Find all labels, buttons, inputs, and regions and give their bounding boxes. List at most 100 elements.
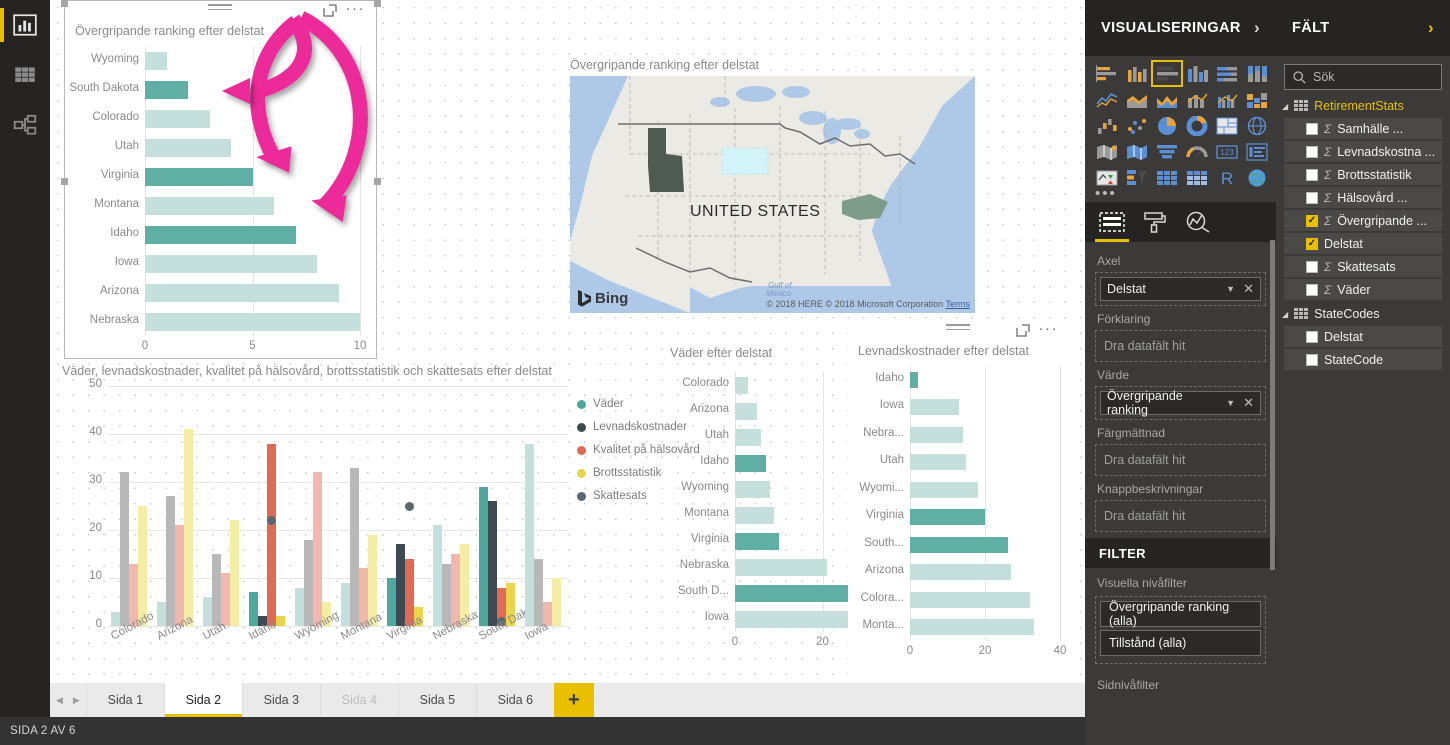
page-tab-bar[interactable]: ◀ ▶ Sida 1 Sida 2 Sida 3 Sida 4 Sida 5 Sida 6…	[50, 683, 1085, 717]
table-node[interactable]: ◢ StateCodes	[1276, 302, 1450, 324]
funnel-chart-icon[interactable]	[1153, 140, 1181, 163]
resize-handle-tl[interactable]	[61, 0, 68, 7]
bar[interactable]	[735, 402, 757, 420]
field-checkbox[interactable]	[1306, 145, 1318, 158]
expand-caret-icon[interactable]: ◢	[1282, 102, 1288, 111]
field-chip[interactable]: Övergripande ranking ▼ ✕	[1100, 389, 1261, 417]
arcgis-maps-icon[interactable]	[1243, 166, 1271, 189]
field-checkbox[interactable]: ✓	[1306, 214, 1318, 227]
bar[interactable]	[735, 584, 862, 602]
field-item[interactable]: Σ Samhälle ...	[1284, 118, 1442, 139]
bar[interactable]	[910, 619, 1034, 636]
visual-cost-of-living-bar[interactable]: ··· Levnadskostnader efter delstat 0 20 40…	[848, 320, 1068, 678]
legend-item[interactable]: Kvalitet på hälsovård	[577, 444, 700, 456]
sidebar-item-data-view[interactable]	[0, 50, 50, 100]
chevron-right-icon[interactable]: ›	[1254, 18, 1260, 38]
column-bar[interactable]	[175, 525, 184, 626]
resize-handle-tr[interactable]	[374, 0, 381, 7]
vis-pane-tabs[interactable]	[1085, 202, 1276, 242]
add-page-button[interactable]: +	[553, 683, 594, 717]
field-well[interactable]: Dra datafält hit	[1095, 444, 1266, 476]
more-visuals-icon[interactable]: •••	[1085, 186, 1276, 202]
tab-analytics[interactable]	[1185, 202, 1211, 242]
bar[interactable]	[910, 564, 1012, 581]
line-chart-icon[interactable]	[1093, 88, 1121, 111]
column-bar[interactable]	[267, 443, 276, 626]
page-tab[interactable]: Sida 1	[85, 683, 164, 717]
column-bar[interactable]	[184, 429, 193, 626]
tab-fields[interactable]	[1095, 202, 1129, 242]
column-bar[interactable]	[221, 573, 230, 626]
table-icon[interactable]	[1153, 166, 1181, 189]
clustered-column-chart-icon[interactable]	[1183, 62, 1211, 85]
map-icon[interactable]	[1243, 114, 1271, 137]
legend-item[interactable]: Väder	[577, 398, 624, 410]
report-canvas[interactable]: ··· Övergripande ranking efter delstat 0…	[50, 0, 1085, 683]
column-bar[interactable]	[451, 554, 460, 626]
bar[interactable]	[910, 509, 985, 526]
field-item[interactable]: Σ Väder	[1284, 279, 1442, 300]
matrix-icon[interactable]	[1183, 166, 1211, 189]
visual-level-filter-well[interactable]: Övergripande ranking (alla) Tillstånd (al…	[1095, 596, 1266, 664]
bar[interactable]	[735, 532, 779, 550]
bar[interactable]	[910, 454, 967, 471]
column-bar[interactable]	[249, 592, 258, 626]
column-bar[interactable]	[552, 578, 561, 626]
more-options-icon[interactable]: ···	[1039, 321, 1059, 336]
field-well[interactable]: Övergripande ranking ▼ ✕	[1095, 386, 1266, 420]
column-bar[interactable]	[313, 472, 322, 626]
scatter-chart-icon[interactable]	[1123, 114, 1151, 137]
filter-card[interactable]: Övergripande ranking (alla)	[1100, 600, 1261, 628]
field-checkbox[interactable]	[1306, 330, 1318, 343]
visual-map[interactable]: Övergripande ranking efter delstat UNITE…	[570, 52, 1020, 317]
stacked-bar-chart-icon[interactable]	[1093, 62, 1121, 85]
legend-item[interactable]: Brottsstatistik	[577, 467, 661, 479]
column-bar[interactable]	[525, 443, 534, 626]
visual-multi-measure-column[interactable]: Väder, levnadskostnader, kvalitet på häl…	[50, 362, 575, 662]
stacked-area-chart-icon[interactable]	[1153, 88, 1181, 111]
shape-map-icon[interactable]	[1123, 140, 1151, 163]
expand-caret-icon[interactable]: ◢	[1282, 310, 1288, 319]
field-item[interactable]: Σ Brottsstatistik	[1284, 164, 1442, 185]
bar[interactable]	[735, 506, 775, 524]
column-bar[interactable]	[166, 496, 175, 626]
bar[interactable]	[735, 454, 766, 472]
column-bar[interactable]	[138, 506, 147, 626]
sidebar-item-model-view[interactable]	[0, 100, 50, 150]
page-tab[interactable]: Sida 3	[241, 683, 320, 717]
column-bar[interactable]	[442, 563, 451, 626]
legend-item[interactable]: Skattesats	[577, 490, 647, 502]
field-checkbox[interactable]: ✓	[1306, 237, 1318, 250]
kpi-icon[interactable]	[1093, 166, 1121, 189]
field-tree[interactable]: ◢ RetirementStats Σ Samhälle ... Σ Levnadskos…	[1276, 94, 1450, 370]
column-bar[interactable]	[488, 501, 497, 626]
column-bar[interactable]	[203, 597, 212, 626]
column-bar[interactable]	[433, 525, 442, 626]
column-bar[interactable]	[341, 582, 350, 626]
data-point-marker[interactable]	[267, 515, 276, 525]
bar[interactable]	[910, 371, 918, 388]
data-point-marker[interactable]	[405, 501, 414, 511]
field-item[interactable]: Σ Hälsovård ...	[1284, 187, 1442, 208]
column-bar[interactable]	[120, 472, 129, 626]
column-bar[interactable]	[396, 544, 405, 626]
bar[interactable]	[910, 481, 978, 498]
donut-chart-icon[interactable]	[1183, 114, 1211, 137]
field-item[interactable]: Σ Levnadskostna ...	[1284, 141, 1442, 162]
field-checkbox[interactable]	[1306, 191, 1318, 204]
resize-handle-l[interactable]	[61, 178, 68, 185]
map-terms-link[interactable]: Terms	[946, 299, 971, 309]
column-bar[interactable]	[295, 587, 304, 626]
field-item[interactable]: ✓ Σ Övergripande ...	[1284, 210, 1442, 231]
table-node[interactable]: ◢ RetirementStats	[1276, 94, 1450, 116]
field-checkbox[interactable]	[1306, 122, 1318, 135]
stacked-column-chart-icon[interactable]	[1123, 62, 1151, 85]
slicer-icon[interactable]	[1123, 166, 1151, 189]
column-bar[interactable]	[230, 520, 239, 626]
area-chart-icon[interactable]	[1123, 88, 1151, 111]
line-clustered-column-chart-icon[interactable]	[1213, 88, 1241, 111]
field-well[interactable]: Dra datafält hit	[1095, 330, 1266, 362]
field-item[interactable]: StateCode	[1284, 349, 1442, 370]
field-well[interactable]: Delstat ▼ ✕	[1095, 272, 1266, 306]
resize-handle-r[interactable]	[374, 178, 381, 185]
